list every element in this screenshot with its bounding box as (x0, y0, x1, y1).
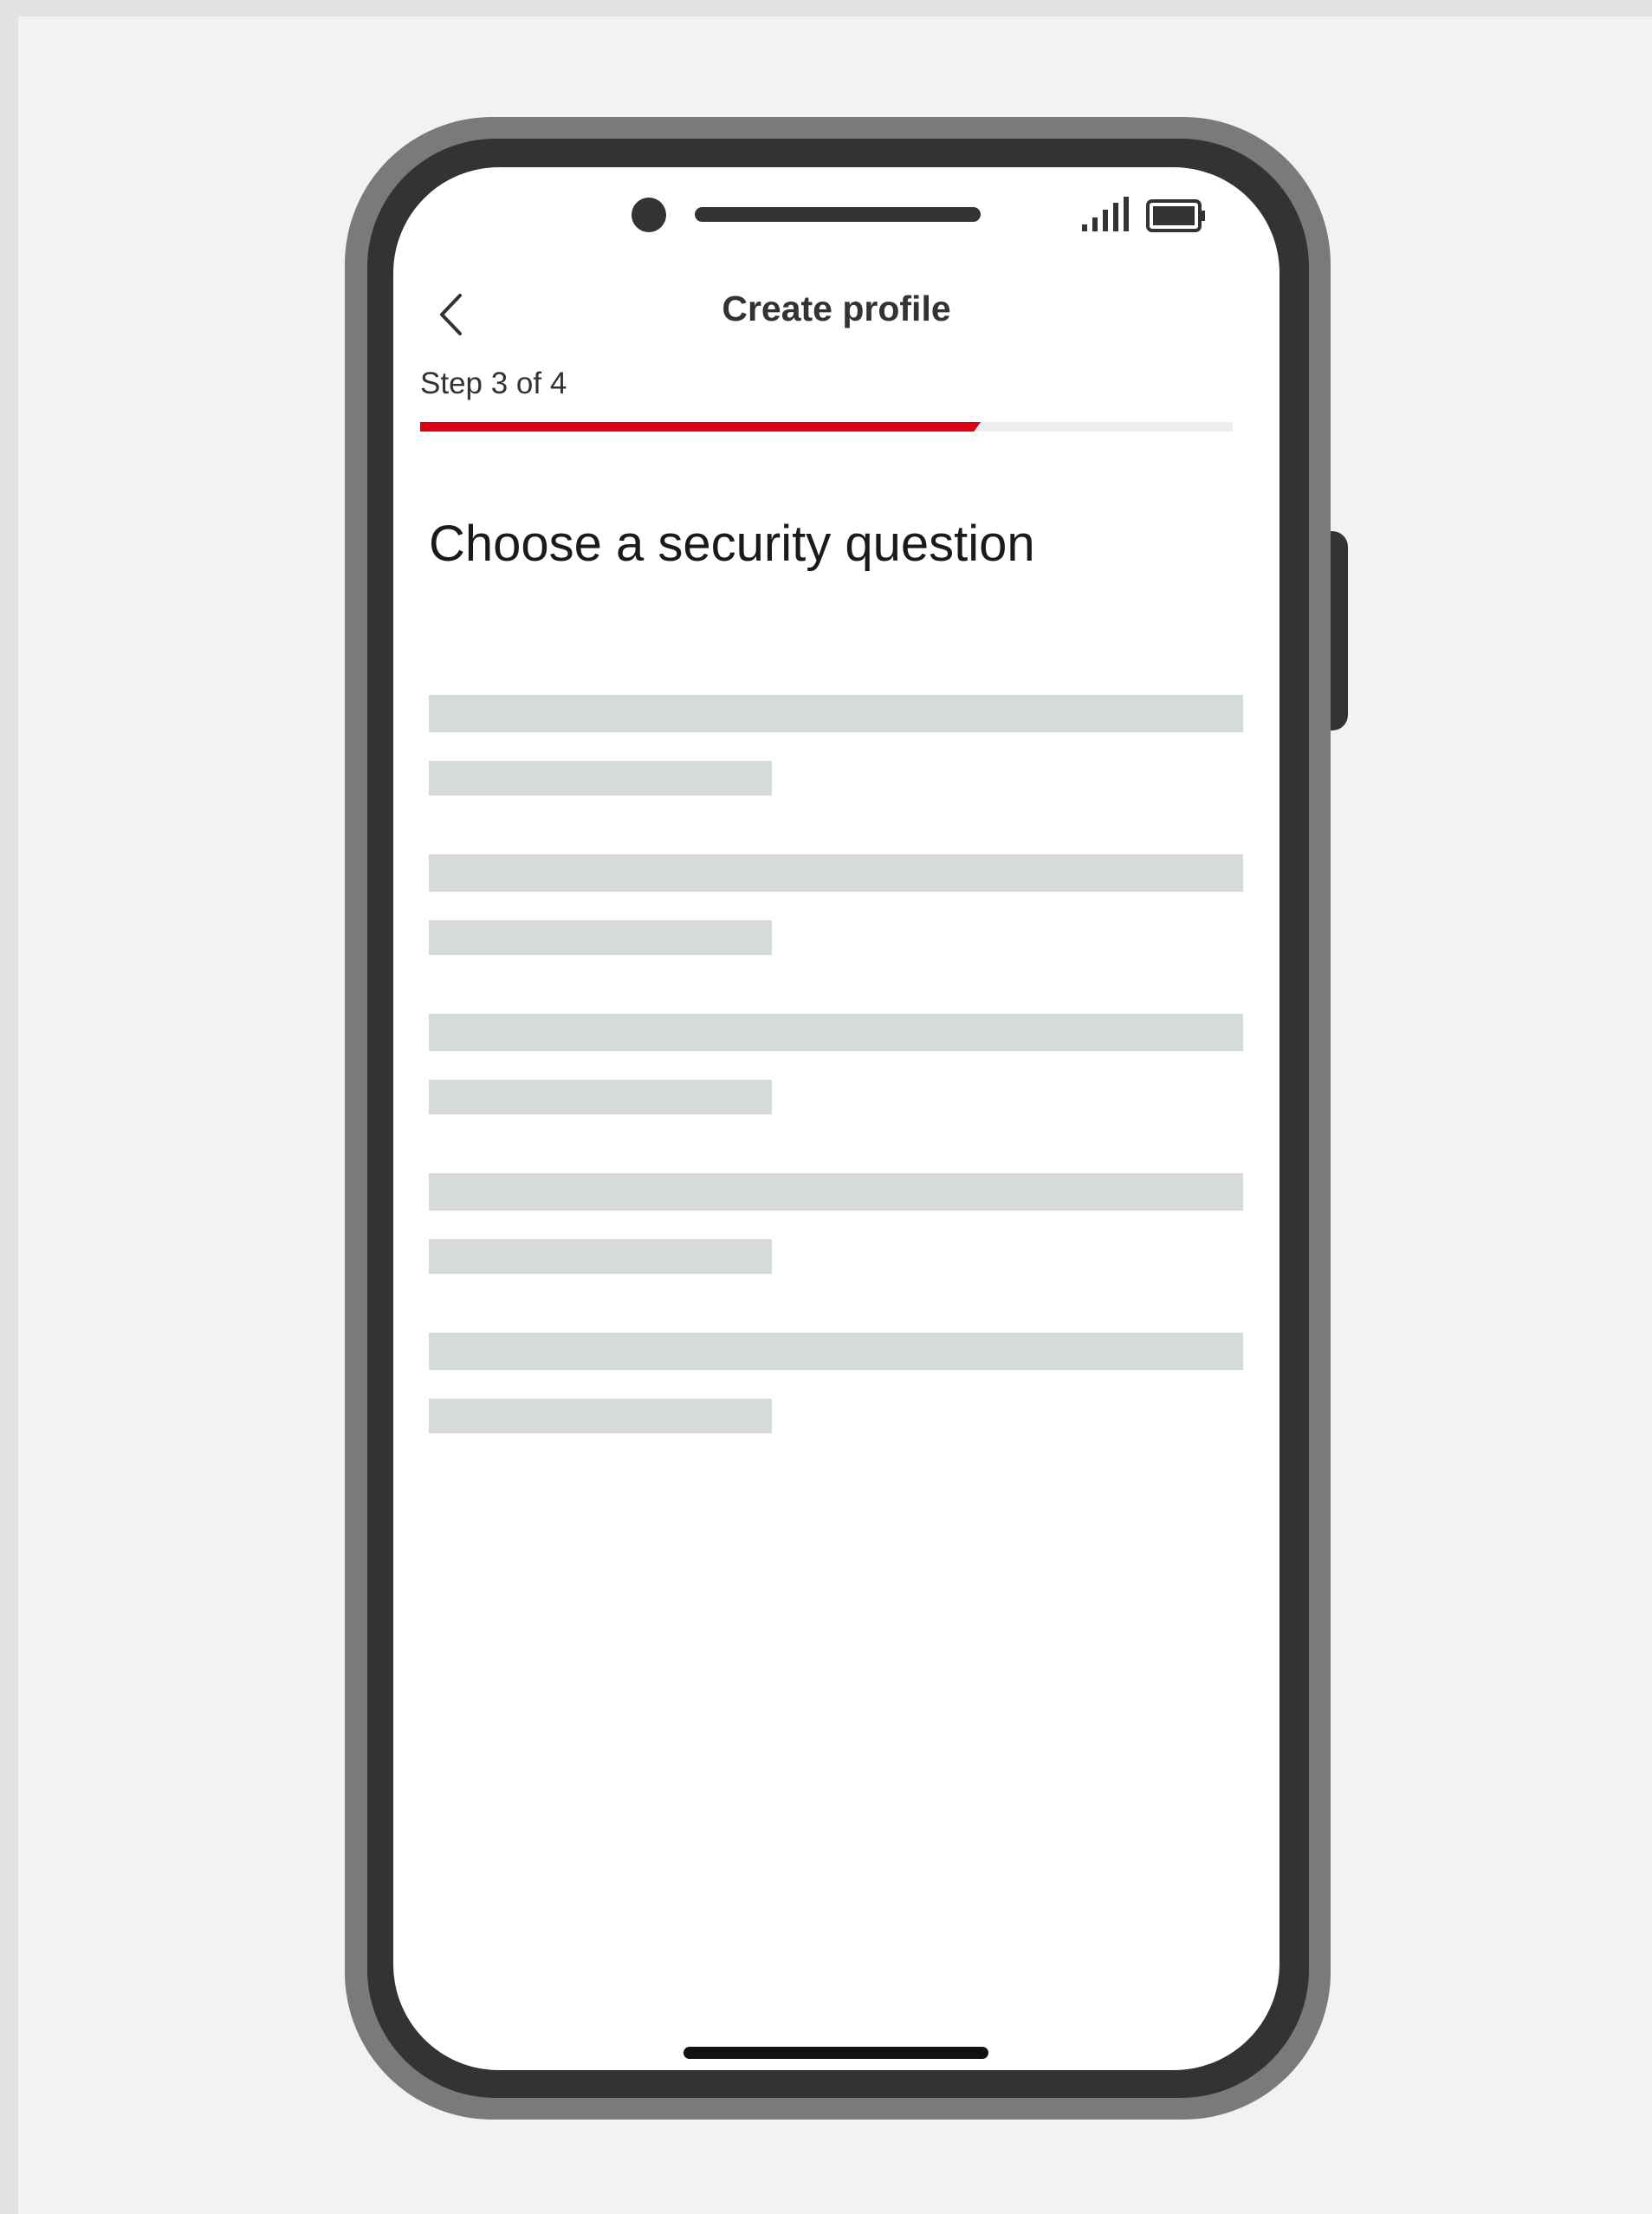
progress-bar-fill (420, 422, 981, 432)
skeleton-line-short (429, 1399, 772, 1433)
skeleton-line-short (429, 920, 772, 955)
skeleton-option-placeholder (429, 1333, 1243, 1492)
speaker-grille (695, 207, 981, 222)
battery-icon (1146, 199, 1205, 232)
skeleton-line-long (429, 1333, 1243, 1370)
skeleton-option-placeholder (429, 1173, 1243, 1333)
skeleton-option-placeholder (429, 854, 1243, 1014)
step-indicator-label: Step 3 of 4 (420, 367, 567, 400)
skeleton-line-long (429, 1014, 1243, 1051)
security-question-list (429, 695, 1243, 1492)
phone-screen: Create profile Step 3 of 4 Choose a secu… (393, 167, 1279, 2070)
home-indicator[interactable] (683, 2047, 988, 2059)
progress-bar (420, 422, 1233, 432)
skeleton-line-long (429, 1173, 1243, 1211)
skeleton-option-placeholder (429, 1014, 1243, 1173)
skeleton-line-long (429, 695, 1243, 732)
page-title: Create profile (722, 289, 951, 328)
skeleton-option-placeholder (429, 695, 1243, 854)
signal-bars-icon (1082, 197, 1129, 231)
skeleton-line-short (429, 761, 772, 795)
section-heading: Choose a security question (429, 516, 1035, 572)
skeleton-line-short (429, 1239, 772, 1274)
skeleton-line-short (429, 1080, 772, 1114)
skeleton-line-long (429, 854, 1243, 892)
camera-icon (632, 198, 666, 232)
